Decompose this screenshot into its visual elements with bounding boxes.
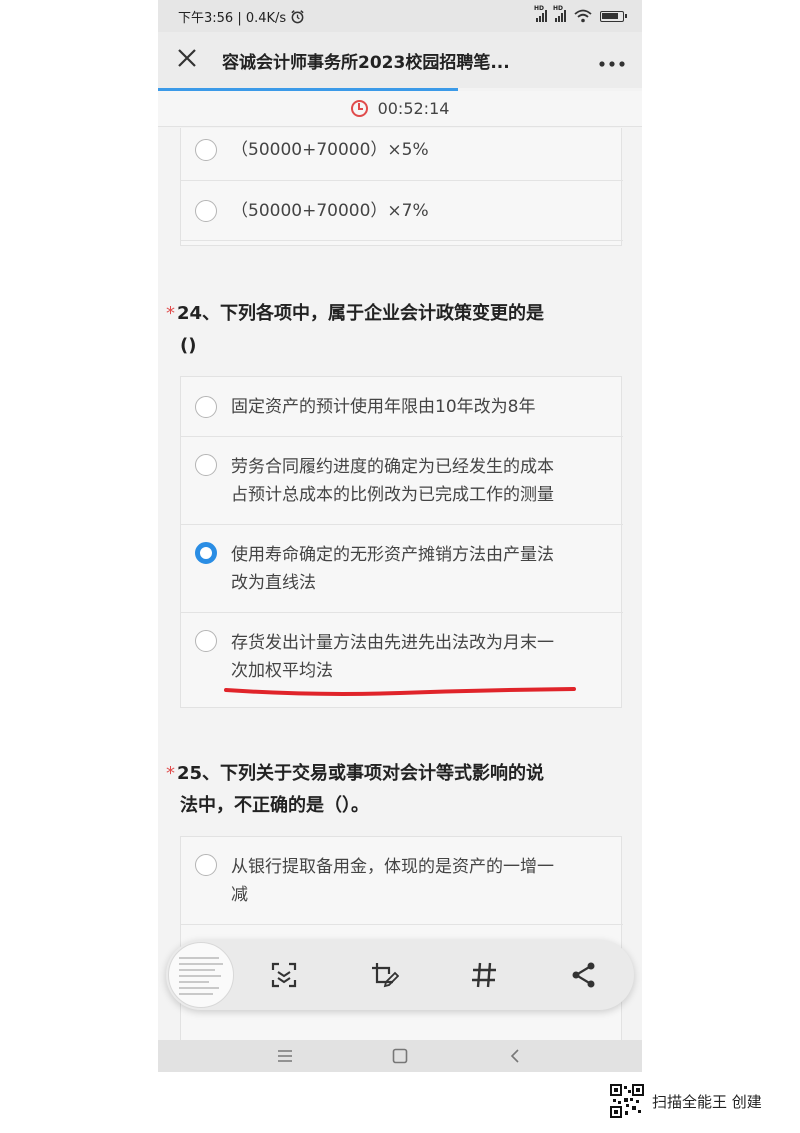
scan-icon — [271, 962, 297, 988]
radio-button[interactable] — [195, 139, 217, 161]
status-right: HD HD — [534, 5, 627, 23]
screenshot-toolbar — [166, 940, 634, 1010]
q24-options-card: 固定资产的预计使用年限由10年改为8年 劳务合同履约进度的确定为已经发生的成本占… — [180, 376, 623, 708]
hd-label-2: HD — [553, 5, 564, 12]
alarm-icon — [291, 9, 304, 23]
red-underline-annotation — [224, 687, 576, 696]
required-star: * — [166, 763, 175, 784]
close-button[interactable] — [158, 45, 200, 75]
option-line1: 存货发出计量方法由先进先出法改为月末一 — [231, 633, 554, 653]
page-title: 容诚会计师事务所2023校园招聘笔... — [222, 52, 510, 73]
battery-icon — [600, 10, 627, 22]
title-bar: 容诚会计师事务所2023校园招聘笔... — [158, 32, 642, 88]
more-icon — [599, 60, 625, 67]
edit-crop-icon — [372, 963, 399, 988]
signal-icon-2: HD — [553, 5, 566, 22]
question-list[interactable]: （50000+70000）×5% （50000+70000）×7% * 24、下列… — [158, 128, 642, 1040]
hashtag-icon — [472, 962, 496, 988]
question-text-line2: () — [180, 335, 197, 356]
timer-value: 00:52:14 — [377, 99, 450, 118]
close-icon — [178, 49, 196, 67]
option-line2: 占预计总成本的比例改为已完成工作的测量 — [231, 485, 554, 505]
option-text: 使用寿命确定的无形资产摊销方法由产量法 改为直线法 — [231, 541, 554, 597]
hd-label: HD — [534, 5, 545, 12]
option-item[interactable]: （50000+70000）×7% — [181, 181, 623, 241]
question-text-line1: 24、下列各项中，属于企业会计政策变更的是 — [177, 303, 545, 324]
timer-bar: 00:52:14 — [158, 91, 642, 127]
question-title-25: * 25、下列关于交易或事项对会计等式影响的说 法中，不正确的是（）。 — [166, 758, 626, 822]
radio-button[interactable] — [195, 200, 217, 222]
option-text: （50000+70000）×7% — [231, 200, 429, 221]
phone-screen: 下午3:56 | 0.4K/s HD HD 容诚会计师事务所2023校园招聘笔.… — [158, 0, 642, 1072]
option-item[interactable]: （50000+70000）×5% — [181, 128, 623, 181]
option-text: 存货发出计量方法由先进先出法改为月末一 次加权平均法 — [231, 629, 554, 685]
home-icon — [392, 1048, 408, 1064]
option-text: （50000+70000）×5% — [231, 139, 429, 160]
option-text: 固定资产的预计使用年限由10年改为8年 — [231, 396, 536, 417]
option-text: 从银行提取备用金，体现的是资产的一增一减 — [231, 853, 554, 909]
clock-icon — [350, 100, 368, 117]
option-line1: 劳务合同履约进度的确定为已经发生的成本 — [231, 457, 554, 477]
screenshot-thumbnail[interactable] — [168, 942, 234, 1008]
hashtag-button[interactable] — [434, 940, 534, 1010]
radio-button[interactable] — [195, 454, 217, 476]
qr-code-icon — [610, 1084, 644, 1118]
menu-button[interactable] — [265, 1044, 305, 1068]
option-item-selected[interactable]: 使用寿命确定的无形资产摊销方法由产量法 改为直线法 — [181, 525, 623, 613]
question-text-line2: 法中，不正确的是（）。 — [180, 795, 369, 816]
wifi-icon — [574, 9, 592, 23]
status-left: 下午3:56 | 0.4K/s — [178, 7, 305, 26]
signal-icon: HD — [534, 5, 547, 22]
option-item[interactable]: 劳务合同履约进度的确定为已经发生的成本 占预计总成本的比例改为已完成工作的测量 — [181, 437, 623, 525]
status-bar: 下午3:56 | 0.4K/s HD HD — [158, 0, 642, 32]
edit-crop-button[interactable] — [334, 940, 434, 1010]
question-text-line1: 25、下列关于交易或事项对会计等式影响的说 — [177, 763, 545, 784]
back-icon — [510, 1049, 519, 1063]
share-button[interactable] — [534, 940, 634, 1010]
option-line2: 改为直线法 — [231, 573, 316, 593]
scanner-watermark: 扫描全能王 创建 — [610, 1083, 762, 1119]
option-line2: 减 — [231, 885, 248, 905]
radio-button[interactable] — [195, 630, 217, 652]
required-star: * — [166, 303, 175, 324]
radio-button[interactable] — [195, 396, 217, 418]
watermark-text: 扫描全能王 创建 — [652, 1092, 762, 1111]
option-line2: 次加权平均法 — [231, 661, 333, 681]
option-line1: 从银行提取备用金，体现的是资产的一增一 — [231, 857, 554, 877]
option-item[interactable]: 固定资产的预计使用年限由10年改为8年 — [181, 377, 623, 437]
share-icon — [572, 962, 595, 988]
more-button[interactable] — [582, 48, 642, 73]
scan-button[interactable] — [234, 940, 334, 1010]
option-line1: 使用寿命确定的无形资产摊销方法由产量法 — [231, 545, 554, 565]
menu-icon — [278, 1050, 293, 1062]
radio-button[interactable] — [195, 854, 217, 876]
back-button[interactable] — [495, 1044, 535, 1068]
option-text: 劳务合同履约进度的确定为已经发生的成本 占预计总成本的比例改为已完成工作的测量 — [231, 453, 554, 509]
option-item[interactable]: 从银行提取备用金，体现的是资产的一增一减 — [181, 837, 623, 925]
question-title-24: * 24、下列各项中，属于企业会计政策变更的是 () — [166, 298, 626, 362]
home-button[interactable] — [380, 1044, 420, 1068]
status-time-speed: 下午3:56 | 0.4K/s — [178, 10, 287, 26]
radio-button-checked[interactable] — [195, 542, 217, 564]
q23-options-card: （50000+70000）×5% （50000+70000）×7% — [180, 128, 623, 246]
navigation-bar — [158, 1040, 642, 1072]
